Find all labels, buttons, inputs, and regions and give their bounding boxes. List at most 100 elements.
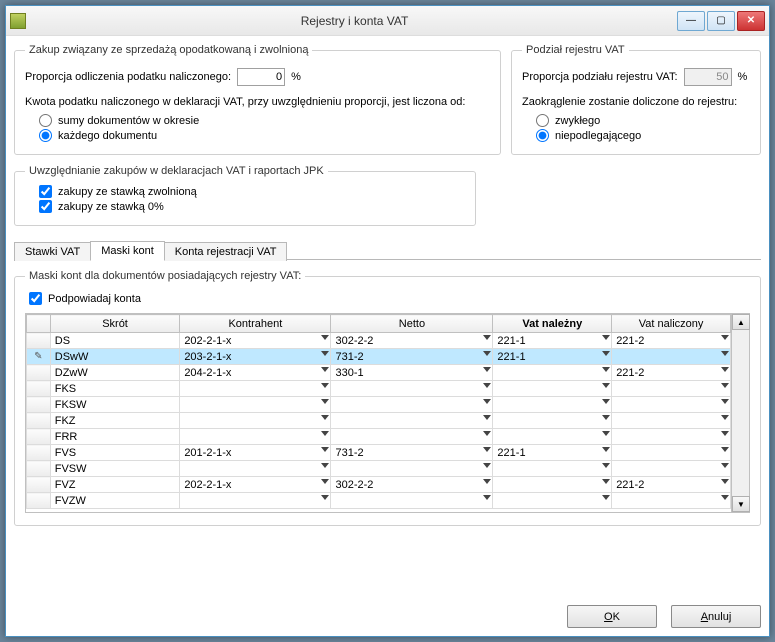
dropdown-icon[interactable] [321,479,329,484]
dropdown-icon[interactable] [721,431,729,436]
cell[interactable] [493,397,612,413]
table-row[interactable]: DS202-2-1-x302-2-2221-1221-2 [27,333,731,349]
dropdown-icon[interactable] [321,399,329,404]
check-zwolniona-input[interactable] [39,185,52,198]
cell[interactable]: FKS [50,381,180,397]
cell[interactable]: 202-2-1-x [180,333,331,349]
cell[interactable]: 221-2 [612,333,731,349]
radio-kazdego-input[interactable] [39,129,52,142]
table-row[interactable]: DZwW204-2-1-x330-1221-2 [27,365,731,381]
cell[interactable] [493,429,612,445]
scroll-down-button[interactable]: ▼ [732,496,750,512]
radio-kazdego[interactable]: każdego dokumentu [39,129,490,142]
dropdown-icon[interactable] [483,463,491,468]
cell[interactable] [493,413,612,429]
ok-button[interactable]: OK [567,605,657,628]
radio-zwyklego-input[interactable] [536,114,549,127]
cell[interactable] [180,493,331,509]
col-nalezny[interactable]: Vat należny [493,315,612,333]
cell[interactable] [612,493,731,509]
table-row[interactable]: FKS [27,381,731,397]
cell[interactable]: 731-2 [331,445,493,461]
check-podpowiadaj-input[interactable] [29,292,42,305]
dropdown-icon[interactable] [483,335,491,340]
cell[interactable] [331,413,493,429]
dropdown-icon[interactable] [602,335,610,340]
cell[interactable] [180,429,331,445]
check-podpowiadaj[interactable]: Podpowiadaj konta [29,292,750,305]
col-netto[interactable]: Netto [331,315,493,333]
radio-niepodl-input[interactable] [536,129,549,142]
cell[interactable]: DS [50,333,180,349]
cell[interactable]: 731-2 [331,349,493,365]
dropdown-icon[interactable] [602,367,610,372]
cell[interactable] [612,397,731,413]
dropdown-icon[interactable] [721,447,729,452]
cell[interactable] [27,381,51,397]
cell[interactable] [180,461,331,477]
dropdown-icon[interactable] [321,415,329,420]
cell[interactable]: 221-1 [493,445,612,461]
cell[interactable]: 221-1 [493,333,612,349]
cell[interactable] [180,381,331,397]
table-row[interactable]: ✎DSwW203-2-1-x731-2221-1 [27,349,731,365]
cell[interactable] [27,333,51,349]
cell[interactable] [27,461,51,477]
table-row[interactable]: FVZ202-2-1-x302-2-2221-2 [27,477,731,493]
cell[interactable]: 204-2-1-x [180,365,331,381]
cell[interactable] [493,493,612,509]
cell[interactable]: FVZ [50,477,180,493]
grid-scrollbar[interactable]: ▲ ▼ [731,314,749,512]
dropdown-icon[interactable] [602,351,610,356]
cell[interactable]: 302-2-2 [331,333,493,349]
dropdown-icon[interactable] [602,399,610,404]
dropdown-icon[interactable] [721,479,729,484]
cell[interactable] [493,477,612,493]
dropdown-icon[interactable] [602,479,610,484]
dropdown-icon[interactable] [483,447,491,452]
dropdown-icon[interactable] [321,447,329,452]
dropdown-icon[interactable] [483,399,491,404]
cell[interactable]: DSwW [50,349,180,365]
minimize-button[interactable]: — [677,11,705,31]
dropdown-icon[interactable] [721,351,729,356]
dropdown-icon[interactable] [483,415,491,420]
table-row[interactable]: FKSW [27,397,731,413]
table-row[interactable]: FVZW [27,493,731,509]
dropdown-icon[interactable] [721,383,729,388]
dropdown-icon[interactable] [483,431,491,436]
cell[interactable] [331,429,493,445]
grid[interactable]: Skrót Kontrahent Netto Vat należny Vat n… [25,313,750,513]
scroll-up-button[interactable]: ▲ [732,314,750,330]
cell[interactable] [27,429,51,445]
cell[interactable] [180,413,331,429]
cell[interactable]: FKZ [50,413,180,429]
proporcja-odl-input[interactable] [237,68,285,86]
radio-sumy[interactable]: sumy dokumentów w okresie [39,114,490,127]
radio-zwyklego[interactable]: zwykłego [536,114,750,127]
dropdown-icon[interactable] [721,399,729,404]
dropdown-icon[interactable] [321,335,329,340]
cell[interactable] [493,365,612,381]
col-kontrahent[interactable]: Kontrahent [180,315,331,333]
cell[interactable]: 203-2-1-x [180,349,331,365]
col-skrot[interactable]: Skrót [50,315,180,333]
dropdown-icon[interactable] [321,383,329,388]
check-zero[interactable]: zakupy ze stawką 0% [39,200,465,213]
cell[interactable] [27,413,51,429]
cell[interactable] [180,397,331,413]
radio-niepodl[interactable]: niepodlegającego [536,129,750,142]
tab-maski[interactable]: Maski kont [90,241,165,261]
table-row[interactable]: FVSW [27,461,731,477]
cell[interactable] [331,397,493,413]
dropdown-icon[interactable] [321,463,329,468]
cell[interactable] [612,445,731,461]
cell[interactable] [27,493,51,509]
cell[interactable]: 302-2-2 [331,477,493,493]
cell[interactable] [331,493,493,509]
cell[interactable] [331,461,493,477]
radio-sumy-input[interactable] [39,114,52,127]
close-button[interactable]: ✕ [737,11,765,31]
cell[interactable]: 330-1 [331,365,493,381]
cell[interactable]: 221-2 [612,477,731,493]
